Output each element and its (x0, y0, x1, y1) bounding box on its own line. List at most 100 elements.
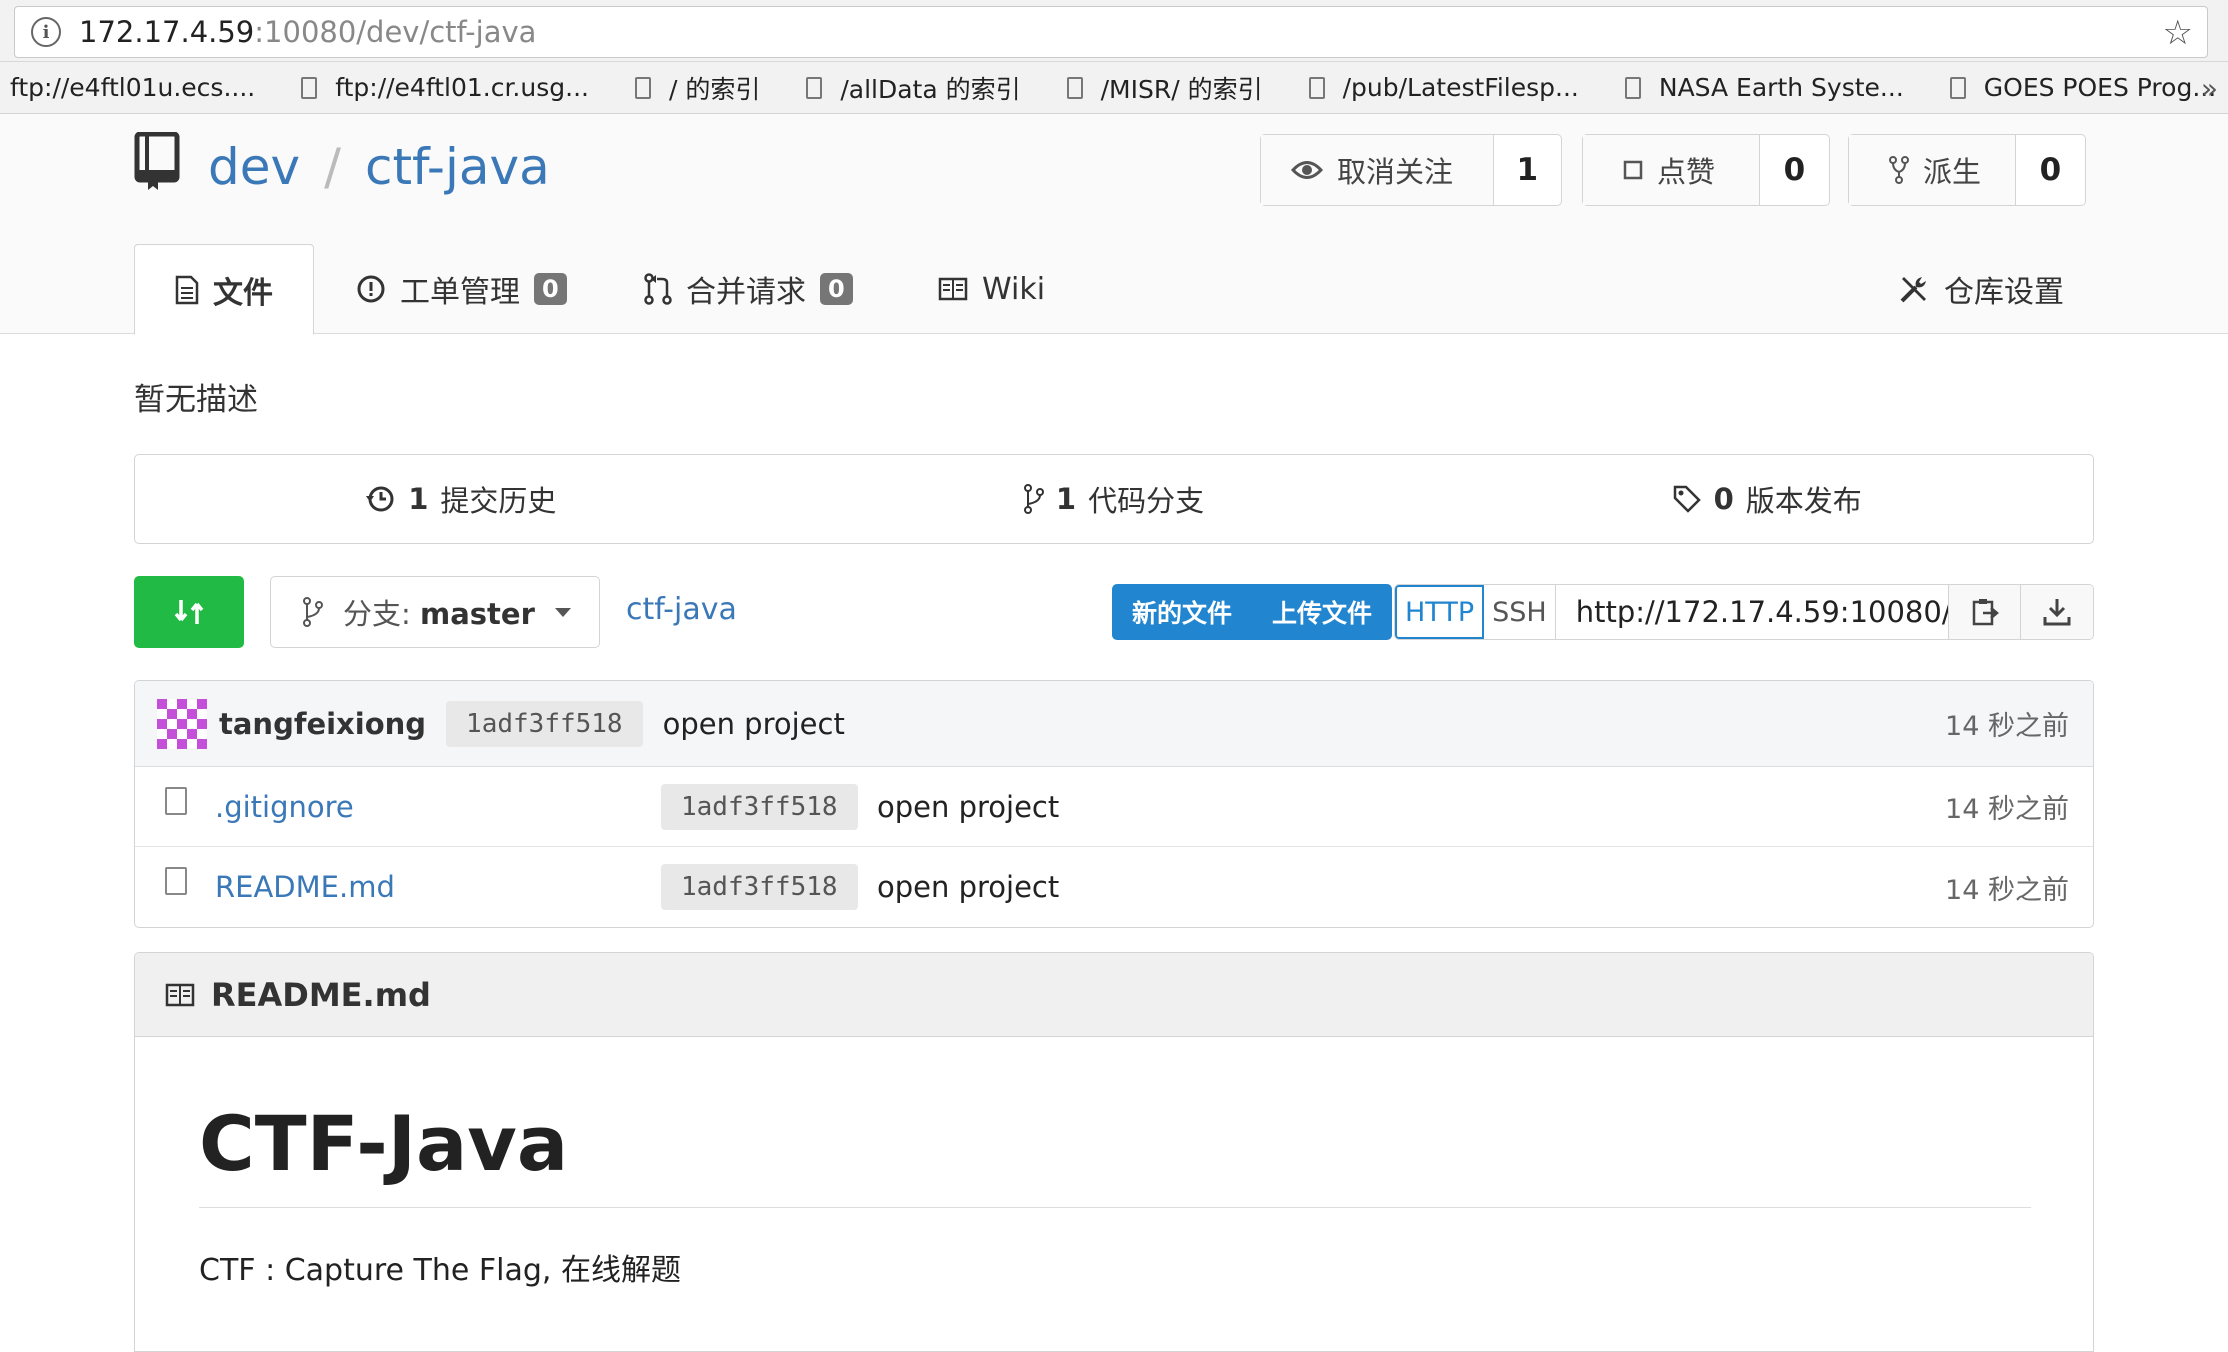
star-button[interactable]: 点赞 0 (1582, 134, 1830, 206)
file-name-link[interactable]: README.md (215, 870, 395, 904)
releases-stat[interactable]: 0 版本发布 (1440, 478, 2093, 520)
bookmark-label: NASA Earth Syste... (1658, 73, 1904, 102)
file-commit-sha[interactable]: 1adf3ff518 (661, 864, 858, 910)
bookmark-item[interactable]: ftp://e4ftl01.cr.usg... (301, 73, 589, 102)
issues-count-badge: 0 (534, 273, 567, 305)
page-icon (1624, 76, 1641, 99)
branches-stat[interactable]: 1 代码分支 (788, 478, 1441, 520)
tab-settings[interactable]: 仓库设置 (1898, 244, 2064, 334)
branch-dropdown[interactable]: 分支: master (270, 576, 600, 648)
bookmark-label: / 的索引 (668, 74, 761, 104)
book-icon (165, 983, 195, 1006)
repo-owner-link[interactable]: dev (208, 138, 300, 196)
bookmark-label: GOES POES Prog... (1983, 73, 2217, 102)
latest-commit-row: tangfeixiong 1adf3ff518 open project 14 … (135, 681, 2093, 767)
url-host: 172.17.4.59 (79, 15, 255, 49)
url-path: :10080/dev/ctf-java (254, 15, 537, 49)
table-row: README.md 1adf3ff518 open project 14 秒之前 (135, 847, 2093, 927)
commit-sha[interactable]: 1adf3ff518 (446, 700, 643, 747)
bookmark-item[interactable]: /allData 的索引 (806, 70, 1021, 106)
bookmark-item[interactable]: NASA Earth Syste... (1624, 73, 1904, 102)
tab-wiki[interactable]: Wiki (938, 244, 1045, 334)
repo-stats-bar: 1 提交历史 1 代码分支 0 版本发布 (134, 454, 2094, 544)
new-file-button[interactable]: 新的文件 (1112, 584, 1252, 640)
bookmarks-overflow-icon[interactable]: » (2201, 72, 2218, 105)
watch-button[interactable]: 取消关注 1 (1260, 134, 1562, 206)
avatar[interactable] (157, 698, 207, 749)
bookmark-label: /MISR/ 的索引 (1100, 74, 1263, 104)
releases-label: 版本发布 (1745, 484, 1862, 518)
site-info-icon[interactable]: i (31, 17, 61, 47)
commit-message: open project (662, 706, 845, 741)
branch-prefix: 分支: (343, 597, 411, 631)
tab-wiki-label: Wiki (982, 271, 1046, 307)
http-protocol-button[interactable]: HTTP (1395, 585, 1485, 639)
breadcrumb-repo-link[interactable]: ctf-java (626, 592, 737, 627)
compare-button[interactable] (134, 576, 244, 648)
bookmarks-bar: ftp://e4ftl01u.ecs.... ftp://e4ftl01.cr.… (0, 62, 2228, 114)
bookmark-star-icon[interactable]: ☆ (2163, 13, 2193, 53)
file-commit-sha[interactable]: 1adf3ff518 (661, 783, 858, 830)
watch-count[interactable]: 1 (1494, 135, 1561, 205)
pulls-count-badge: 0 (820, 273, 853, 305)
bookmark-item[interactable]: / 的索引 (634, 70, 761, 106)
file-table: tangfeixiong 1adf3ff518 open project 14 … (134, 680, 2094, 928)
commits-stat[interactable]: 1 提交历史 (135, 478, 788, 520)
file-actions-group: 新的文件 上传文件 (1112, 584, 1393, 640)
repo-name-link[interactable]: ctf-java (365, 138, 550, 196)
star-count[interactable]: 0 (1760, 135, 1829, 205)
repo-description: 暂无描述 (134, 382, 258, 418)
fork-button[interactable]: 派生 0 (1848, 134, 2086, 206)
bookmark-item[interactable]: /MISR/ 的索引 (1066, 70, 1263, 106)
file-text-icon (175, 275, 199, 304)
address-url[interactable]: 172.17.4.59:10080/dev/ctf-java (79, 15, 536, 49)
copy-url-button[interactable] (1949, 585, 2021, 639)
commit-author[interactable]: tangfeixiong (219, 707, 426, 741)
tab-pulls-label: 合并请求 (686, 275, 806, 310)
bookmark-item[interactable]: GOES POES Prog... (1949, 73, 2217, 102)
watch-label: 取消关注 (1337, 155, 1454, 189)
repo-title-separator: / (324, 138, 341, 196)
address-bar[interactable]: i 172.17.4.59:10080/dev/ctf-java ☆ (14, 6, 2208, 58)
fork-label-area[interactable]: 派生 (1849, 135, 2016, 205)
clone-url-input[interactable]: http://172.17.4.59:10080/ (1556, 585, 1949, 639)
file-commit-time: 14 秒之前 (1945, 874, 2069, 906)
clone-panel: HTTP SSH http://172.17.4.59:10080/ (1394, 584, 2094, 640)
bookmark-label: /allData 的索引 (840, 74, 1021, 104)
tab-pull-requests[interactable]: 合并请求 0 (644, 244, 853, 334)
watch-label-area[interactable]: 取消关注 (1261, 135, 1494, 205)
book-icon (938, 277, 968, 301)
fork-count[interactable]: 0 (2016, 135, 2085, 205)
readme-heading: CTF-Java (199, 1099, 569, 1188)
tab-issues[interactable]: 工单管理 0 (356, 244, 567, 334)
repo-header: dev / ctf-java 取消关注 1 点赞 0 派生 0 文件 工单管理 … (0, 114, 2228, 335)
file-commit-message[interactable]: open project (877, 870, 1059, 904)
bookmark-label: ftp://e4ftl01u.ecs.... (10, 73, 256, 102)
download-button[interactable] (2021, 585, 2093, 639)
checkbox-icon (1623, 160, 1643, 180)
star-label-area[interactable]: 点赞 (1583, 135, 1760, 205)
browser-toolbar: i 172.17.4.59:10080/dev/ctf-java ☆ (0, 0, 2228, 62)
upload-file-button[interactable]: 上传文件 (1252, 584, 1392, 640)
page-icon (806, 76, 823, 99)
branch-icon (1023, 484, 1044, 514)
page-icon (1949, 76, 1966, 99)
commits-label: 提交历史 (440, 484, 557, 518)
issue-opened-icon (357, 275, 385, 303)
tab-issues-label: 工单管理 (400, 275, 520, 310)
releases-count: 0 (1713, 482, 1734, 516)
clipboard-icon (1972, 599, 1999, 626)
branches-count: 1 (1055, 482, 1077, 516)
table-row: .gitignore 1adf3ff518 open project 14 秒之… (135, 767, 2093, 847)
commit-time: 14 秒之前 (1945, 711, 2069, 742)
file-commit-message[interactable]: open project (877, 790, 1059, 824)
ssh-protocol-button[interactable]: SSH (1484, 585, 1556, 639)
tab-files[interactable]: 文件 (134, 244, 314, 335)
bookmark-item[interactable]: /pub/LatestFilesp... (1308, 73, 1579, 102)
pull-request-icon (644, 273, 672, 305)
readme-panel: README.md CTF-Java CTF : Capture The Fla… (134, 952, 2094, 1352)
file-name-link[interactable]: .gitignore (215, 790, 354, 824)
bookmark-item[interactable]: ftp://e4ftl01u.ecs.... (10, 73, 255, 102)
branch-name: master (420, 597, 535, 631)
branch-text: 分支: master (343, 591, 535, 633)
